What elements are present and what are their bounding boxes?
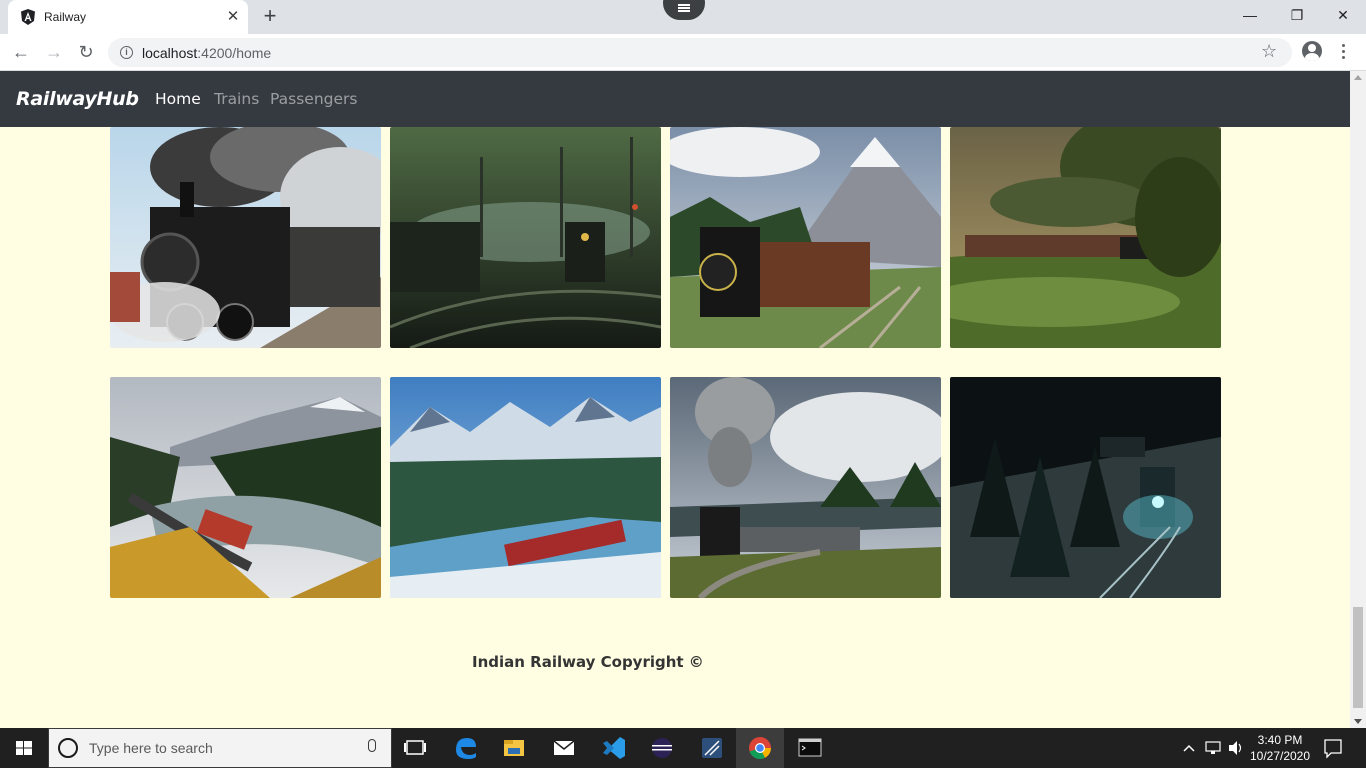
taskbar-clock[interactable]: 3:40 PM 10/27/2020 bbox=[1240, 732, 1320, 764]
nav-link-home[interactable]: Home bbox=[155, 90, 201, 108]
nav-link-trains[interactable]: Trains bbox=[214, 90, 259, 108]
search-placeholder: Type here to search bbox=[89, 740, 213, 756]
gallery-image-steam-train-mountains bbox=[670, 127, 941, 348]
eclipse-icon[interactable] bbox=[638, 728, 686, 768]
tray-chevron-up-icon[interactable] bbox=[1180, 728, 1198, 768]
close-tab-icon[interactable]: ✕ bbox=[224, 8, 242, 26]
gallery-image-red-train-snow bbox=[390, 377, 661, 598]
nav-link-passengers[interactable]: Passengers bbox=[270, 90, 357, 108]
sql-developer-icon[interactable] bbox=[688, 728, 736, 768]
edge-icon[interactable] bbox=[442, 728, 490, 768]
footer-copyright: Indian Railway Copyright © bbox=[472, 653, 704, 671]
app-navbar: RailwayHub Home Trains Passengers bbox=[0, 71, 1350, 127]
scroll-up-arrow-icon[interactable] bbox=[1354, 75, 1362, 80]
chrome-icon[interactable] bbox=[736, 728, 784, 768]
new-tab-button[interactable]: + bbox=[258, 5, 282, 28]
cortana-icon bbox=[58, 738, 78, 758]
browser-tab-bar: Railway ✕ + — ❐ ✕ bbox=[0, 0, 1366, 34]
back-icon[interactable]: ← bbox=[9, 40, 33, 64]
tab-title: Railway bbox=[44, 10, 87, 24]
windows-taskbar: Type here to search 3:40 PM 10/27/2020 bbox=[0, 728, 1366, 768]
terminal-icon[interactable] bbox=[786, 728, 834, 768]
address-bar[interactable]: i localhost:4200/home ☆ bbox=[108, 38, 1292, 67]
brand-logo[interactable]: RailwayHub bbox=[16, 88, 139, 110]
profile-icon[interactable] bbox=[1302, 41, 1322, 61]
info-icon[interactable]: i bbox=[120, 46, 133, 59]
gallery-image-steam-locomotive bbox=[110, 127, 381, 348]
more-menu-icon[interactable] bbox=[1338, 42, 1350, 62]
url-text: localhost:4200/home bbox=[142, 45, 272, 61]
gallery-image-train-snowy-night bbox=[950, 377, 1221, 598]
scroll-thumb[interactable] bbox=[1353, 607, 1363, 708]
task-view-icon[interactable] bbox=[392, 728, 440, 768]
minimize-icon[interactable]: — bbox=[1238, 5, 1262, 25]
clock-time: 3:40 PM bbox=[1257, 733, 1303, 747]
bookmark-star-icon[interactable]: ☆ bbox=[1261, 41, 1277, 62]
scroll-down-arrow-icon[interactable] bbox=[1354, 719, 1362, 724]
clock-date: 10/27/2020 bbox=[1249, 749, 1311, 763]
browser-toolbar: ← → ↻ i localhost:4200/home ☆ bbox=[0, 34, 1366, 71]
forward-icon[interactable]: → bbox=[42, 40, 66, 64]
browser-tab[interactable]: Railway ✕ bbox=[8, 0, 248, 34]
gallery-image-steam-train-clouds bbox=[670, 377, 941, 598]
microphone-icon[interactable] bbox=[368, 739, 376, 752]
vscode-icon[interactable] bbox=[590, 728, 638, 768]
window-close-icon[interactable]: ✕ bbox=[1331, 5, 1355, 25]
page-viewport: RailwayHub Home Trains Passengers Indian… bbox=[0, 71, 1350, 728]
tab-search-button[interactable] bbox=[663, 0, 705, 20]
mail-icon[interactable] bbox=[540, 728, 588, 768]
notifications-icon[interactable] bbox=[1322, 728, 1344, 768]
gallery-image-freight-train-river bbox=[110, 377, 381, 598]
angular-icon bbox=[21, 9, 35, 25]
network-icon[interactable] bbox=[1203, 728, 1223, 768]
page-scrollbar[interactable] bbox=[1350, 71, 1366, 728]
windows-start-icon[interactable] bbox=[0, 728, 48, 768]
file-explorer-icon[interactable] bbox=[490, 728, 538, 768]
taskbar-search-box[interactable]: Type here to search bbox=[48, 728, 392, 768]
reload-icon[interactable]: ↻ bbox=[74, 40, 98, 64]
gallery-image-train-countryside bbox=[950, 127, 1221, 348]
restore-icon[interactable]: ❐ bbox=[1285, 5, 1309, 25]
gallery-image-rail-yard-night bbox=[390, 127, 661, 348]
